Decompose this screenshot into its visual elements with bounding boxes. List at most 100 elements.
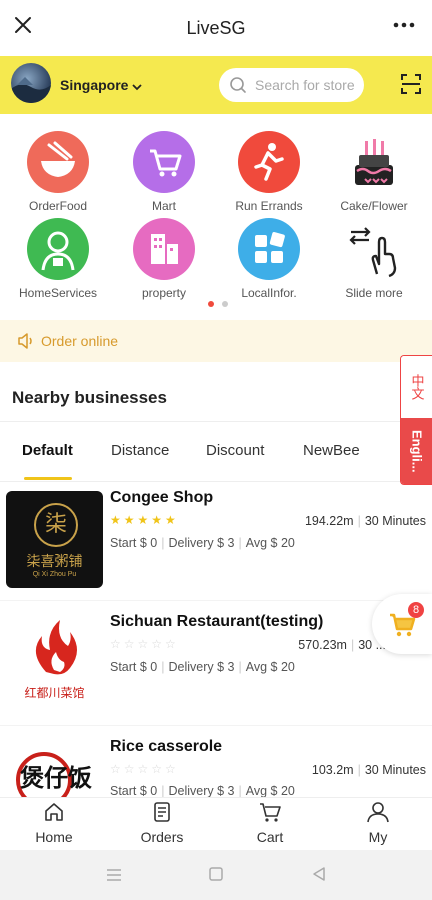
- speaker-icon: [17, 333, 35, 349]
- logo-subtitle: Qi Xi Zhou Pu: [32, 571, 77, 578]
- nav-orders[interactable]: Orders: [108, 798, 216, 845]
- category-label: property: [141, 286, 187, 300]
- distance: 194.22m: [304, 514, 354, 528]
- home-square-icon[interactable]: [208, 866, 224, 887]
- cart-icon: [216, 798, 324, 827]
- orders-icon: [108, 798, 216, 827]
- avg-price: Avg $ 20: [245, 536, 295, 550]
- nav-label: Home: [35, 829, 73, 845]
- logo-name: 煲仔饭: [20, 763, 92, 792]
- category-label: LocalInfor.: [241, 286, 297, 300]
- category-cake-flower[interactable]: Cake/Flower: [322, 131, 426, 213]
- logo-name: 柒喜粥铺: [26, 553, 83, 569]
- search-input[interactable]: Search for store: [219, 68, 364, 102]
- delivery-time: 30 Minutes: [364, 763, 426, 777]
- nav-label: Orders: [140, 829, 184, 845]
- fee-info: Start $ 0 | Delivery $ 3 | Avg $ 20: [110, 660, 295, 674]
- start-fee: Start $ 0: [110, 784, 158, 798]
- language-switch: 中文 Engli...: [400, 355, 432, 485]
- page-dot: [222, 301, 229, 307]
- section-title: Nearby businesses: [12, 388, 167, 407]
- tab-default[interactable]: Default: [22, 442, 73, 459]
- divider: [0, 725, 432, 726]
- noodle-bowl-icon: [27, 131, 89, 193]
- scan-icon[interactable]: [399, 72, 423, 96]
- distance-time: 103.2m | 30 Minutes: [311, 763, 426, 777]
- start-fee: Start $ 0: [110, 536, 158, 550]
- tab-newbee[interactable]: NewBee: [303, 442, 360, 459]
- more-options-icon[interactable]: [390, 14, 418, 36]
- nav-label: My: [368, 829, 388, 845]
- page-dot-active: [208, 301, 214, 307]
- start-fee: Start $ 0: [110, 660, 158, 674]
- category-property[interactable]: property: [112, 218, 216, 300]
- category-localinfor[interactable]: LocalInfor.: [217, 218, 321, 300]
- delivery-fee: Delivery $ 3: [168, 660, 235, 674]
- category-label: Slide more: [345, 286, 403, 300]
- cake-icon: [343, 131, 405, 193]
- home-service-person-icon: [27, 218, 89, 280]
- search-icon: [229, 76, 247, 99]
- app-header: LiveSG: [0, 0, 432, 56]
- menu-icon[interactable]: [105, 867, 123, 888]
- order-online-banner[interactable]: Order online: [0, 320, 432, 362]
- building-icon: [133, 218, 195, 280]
- shopping-cart-icon: [133, 131, 195, 193]
- lang-chinese-button[interactable]: 中文: [401, 356, 432, 418]
- floating-cart-button[interactable]: [372, 594, 432, 654]
- distance-time: 194.22m | 30 Minutes: [304, 514, 426, 528]
- tab-distance[interactable]: Distance: [111, 442, 169, 459]
- lang-english-button[interactable]: Engli...: [401, 418, 432, 484]
- category-run-errands[interactable]: Run Errands: [217, 131, 321, 213]
- distance: 103.2m: [311, 763, 354, 777]
- order-online-label: Order online: [41, 333, 119, 349]
- slide-hand-icon: [343, 218, 405, 280]
- fee-info: Start $ 0 | Delivery $ 3 | Avg $ 20: [110, 536, 295, 550]
- category-homeservices[interactable]: HomeServices: [6, 218, 110, 300]
- business-name[interactable]: Rice casserole: [110, 738, 222, 756]
- distance-time: 570.23m | 30 ...: [298, 638, 386, 652]
- location-label: Singapore: [60, 77, 129, 93]
- nav-cart[interactable]: Cart: [216, 798, 324, 845]
- category-label: Cake/Flower: [340, 199, 408, 213]
- star-rating: ☆☆☆☆☆: [110, 762, 179, 776]
- category-label: OrderFood: [28, 199, 88, 213]
- divider: [0, 600, 432, 601]
- delivery-fee: Delivery $ 3: [168, 784, 235, 798]
- tiles-icon: [238, 218, 300, 280]
- avatar[interactable]: [11, 63, 51, 103]
- category-slide-more[interactable]: Slide more: [322, 218, 426, 300]
- star-rating: ★★★★★: [110, 513, 179, 527]
- tab-discount[interactable]: Discount: [206, 442, 264, 459]
- avg-price: Avg $ 20: [245, 660, 295, 674]
- category-mart[interactable]: Mart: [112, 131, 216, 213]
- business-name[interactable]: Sichuan Restaurant(testing): [110, 613, 323, 631]
- nav-home[interactable]: Home: [0, 798, 108, 845]
- category-orderfood[interactable]: OrderFood: [6, 131, 110, 213]
- nav-label: Cart: [256, 829, 284, 845]
- category-label: Mart: [152, 199, 176, 213]
- cart-count-badge: 8: [408, 602, 424, 618]
- bottom-navigation: Home Orders Cart My: [0, 797, 432, 850]
- home-icon: [0, 798, 108, 827]
- location-selector[interactable]: Singapore: [60, 77, 142, 94]
- page-indicator: [206, 294, 230, 312]
- search-placeholder: Search for store: [255, 77, 355, 93]
- divider: [0, 421, 432, 422]
- category-label: HomeServices: [18, 286, 98, 300]
- nav-my[interactable]: My: [324, 798, 432, 845]
- sichuan-restaurant-logo: 红都川菜馆: [6, 612, 103, 709]
- back-triangle-icon[interactable]: [311, 866, 327, 887]
- tab-indicator: [24, 477, 72, 480]
- chevron-down-icon: [132, 78, 142, 94]
- congee-shop-logo: 柒 柒喜粥铺 Qi Xi Zhou Pu: [6, 491, 103, 588]
- logo-seal: 柒: [34, 503, 78, 547]
- rice-casserole-logo: 煲仔饭: [6, 740, 103, 797]
- category-label: Run Errands: [235, 199, 303, 213]
- business-name[interactable]: Congee Shop: [110, 489, 213, 507]
- divider: [0, 481, 432, 482]
- app-title: LiveSG: [186, 18, 246, 38]
- running-man-icon: [238, 131, 300, 193]
- logo-name: 红都川菜馆: [24, 686, 85, 700]
- fee-info: Start $ 0 | Delivery $ 3 | Avg $ 20: [110, 784, 295, 798]
